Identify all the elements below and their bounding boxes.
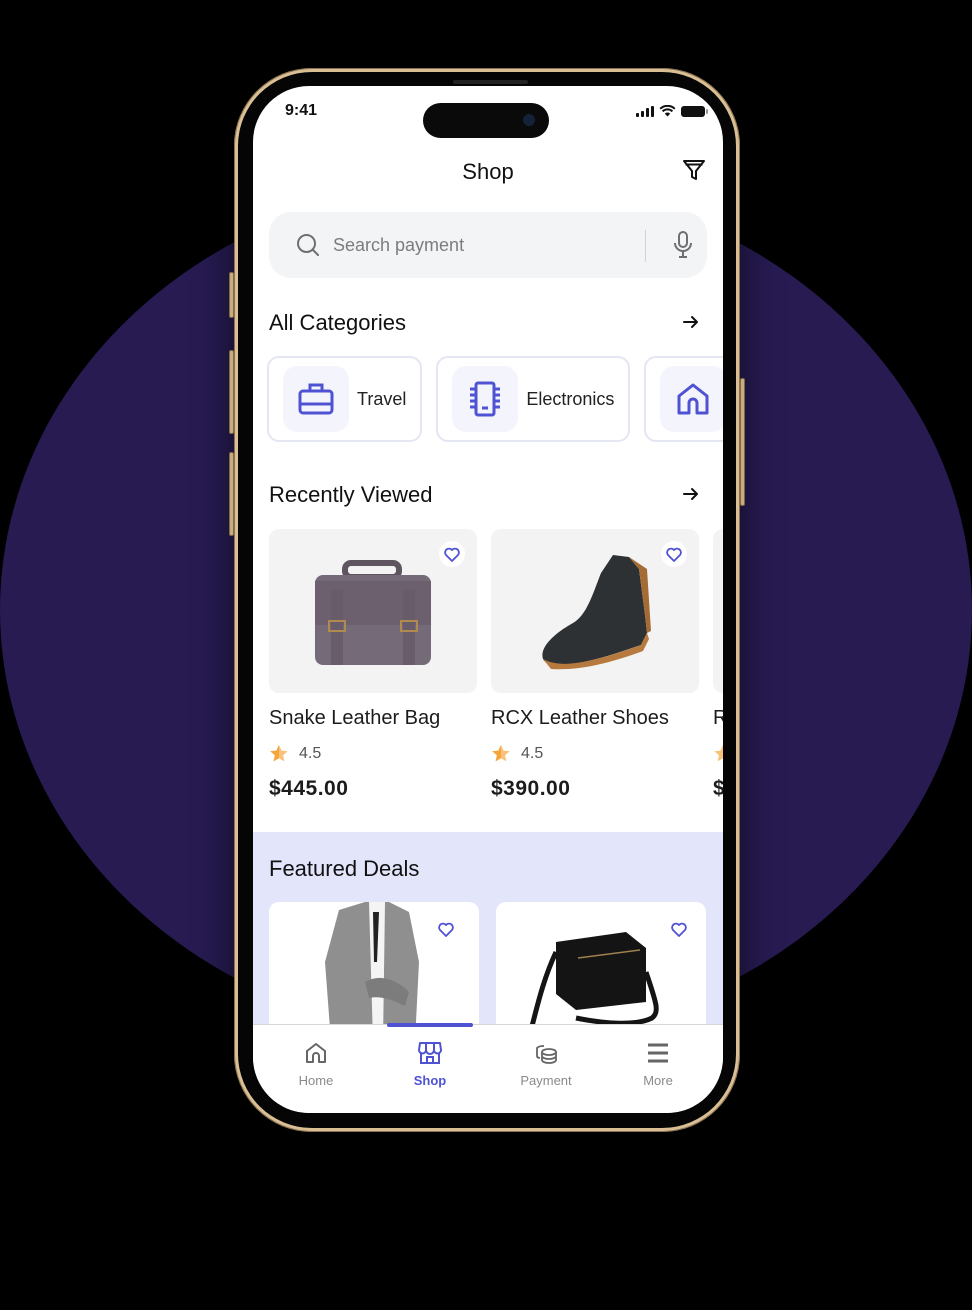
deal-card[interactable] (496, 902, 706, 1042)
featured-deals-section: Featured Deals (253, 832, 723, 1042)
app-screen: 9:41 Shop All Categories (253, 86, 723, 1113)
product-rating: 4.5 (269, 744, 477, 763)
chip-icon (470, 381, 501, 417)
tab-more[interactable]: More (613, 1041, 703, 1088)
active-tab-indicator (387, 1023, 473, 1027)
product-price: $390.00 (491, 777, 571, 800)
product-name: R (713, 707, 723, 729)
tab-label: Payment (520, 1073, 572, 1088)
product-card[interactable]: Snake Leather Bag 4.5 $445.00 (269, 529, 477, 801)
product-name: RCX Leather Shoes (491, 707, 669, 729)
category-travel[interactable]: Travel (267, 356, 423, 442)
category-label: Travel (357, 388, 407, 409)
volume-down-button (229, 452, 234, 536)
search-input[interactable] (333, 232, 633, 258)
product-image (713, 529, 723, 693)
filter-icon[interactable] (681, 157, 707, 183)
coins-icon (536, 1045, 557, 1064)
search-icon (297, 234, 319, 256)
rating-value: 4.5 (299, 744, 322, 762)
product-card-partial[interactable]: R $ (713, 529, 723, 801)
product-image-leather-bag (269, 529, 477, 693)
tab-label: Shop (413, 1073, 447, 1088)
star-icon (492, 745, 510, 762)
categories-list: Travel Electronics (267, 356, 723, 442)
favorite-button[interactable] (439, 541, 465, 567)
tab-shop[interactable]: Shop (385, 1041, 475, 1088)
store-icon (418, 1042, 442, 1064)
page-title: Shop (462, 159, 514, 184)
cellular-signal-icon (636, 105, 654, 117)
bottom-tab-bar: Home Shop Payment More (253, 1023, 723, 1113)
status-time: 9:41 (285, 102, 318, 119)
microphone-icon[interactable] (671, 230, 695, 260)
favorite-button[interactable] (661, 541, 687, 567)
menu-icon (648, 1043, 668, 1063)
heart-icon (438, 922, 454, 937)
featured-deals-title: Featured Deals (269, 856, 420, 881)
star-icon (270, 745, 288, 762)
product-rating: 4.5 (491, 744, 699, 763)
wifi-icon (659, 105, 676, 117)
heart-icon (671, 922, 687, 937)
favorite-button[interactable] (666, 916, 692, 942)
recently-viewed-title: Recently Viewed (269, 482, 433, 507)
battery-icon (681, 105, 708, 117)
tab-label: Home (298, 1073, 334, 1088)
home-icon (306, 1043, 326, 1063)
tab-label: More (643, 1073, 673, 1088)
dynamic-island (423, 103, 549, 138)
tab-payment[interactable]: Payment (501, 1041, 591, 1088)
app-header: Shop (253, 152, 723, 192)
product-image-leather-shoes (491, 529, 699, 693)
home-icon (677, 383, 709, 415)
heart-icon (444, 547, 460, 562)
arrow-right-icon[interactable] (681, 312, 701, 332)
star-icon (714, 745, 723, 762)
product-rating (713, 744, 723, 763)
product-price: $445.00 (269, 777, 349, 800)
recently-viewed-list: Snake Leather Bag 4.5 $445.00 RCX Leathe… (269, 529, 723, 801)
arrow-right-icon[interactable] (681, 484, 701, 504)
product-price: $ (713, 777, 723, 800)
tab-home[interactable]: Home (271, 1041, 361, 1088)
deal-card[interactable] (269, 902, 479, 1042)
category-home[interactable] (644, 356, 723, 442)
status-bar: 9:41 (253, 86, 723, 138)
briefcase-icon (298, 383, 334, 415)
volume-up-button (229, 350, 234, 434)
category-label: Electronics (526, 388, 615, 409)
favorite-button[interactable] (433, 916, 459, 942)
product-name: Snake Leather Bag (269, 707, 441, 729)
rating-value: 4.5 (521, 744, 544, 762)
category-electronics[interactable]: Electronics (436, 356, 631, 442)
product-card[interactable]: RCX Leather Shoes 4.5 $390.00 (491, 529, 699, 801)
heart-icon (666, 547, 682, 562)
search-divider (645, 230, 646, 262)
power-button (740, 378, 745, 506)
search-bar (269, 212, 707, 278)
categories-title: All Categories (269, 310, 406, 335)
action-button (229, 272, 234, 318)
